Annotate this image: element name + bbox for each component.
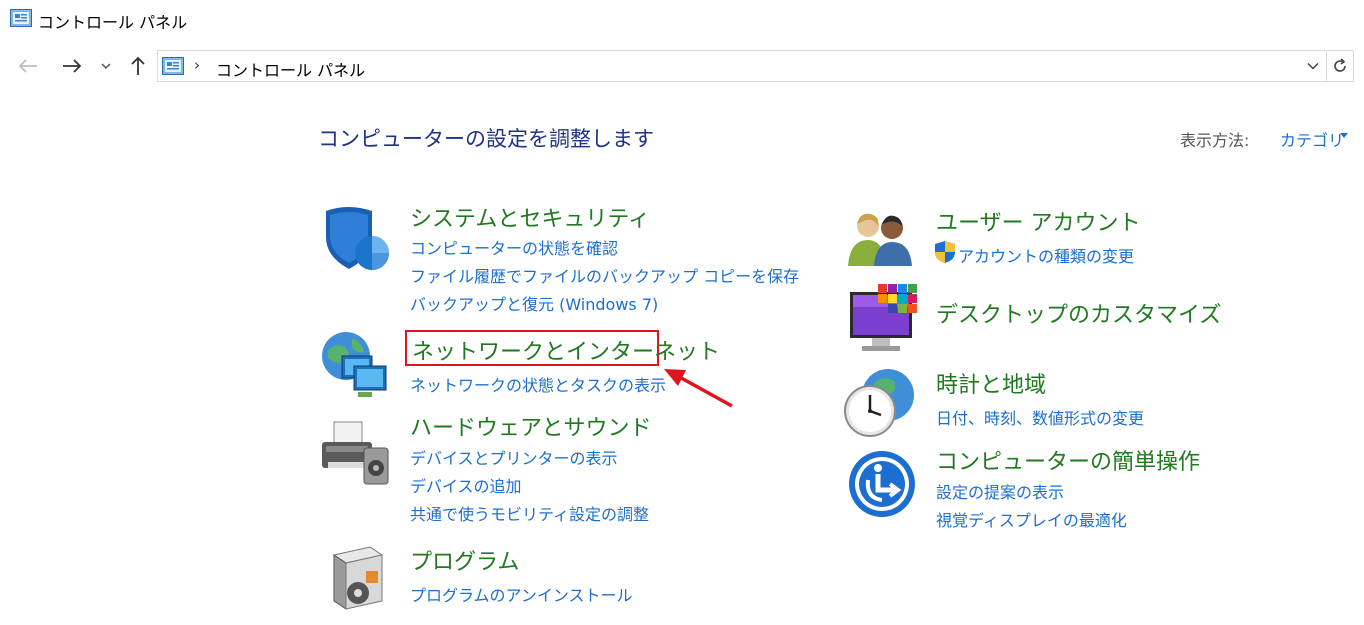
red-pointer-arrow-icon	[664, 369, 733, 408]
view-by-dropdown[interactable]: カテゴリ	[1280, 127, 1344, 151]
recent-locations-button[interactable]	[94, 52, 118, 80]
programs-box-icon	[332, 546, 384, 610]
link-network-status-tasks[interactable]: ネットワークの状態とタスクの表示	[410, 372, 666, 396]
link-backup-restore[interactable]: バックアップと復元 (Windows 7)	[410, 291, 658, 315]
up-button[interactable]	[124, 52, 152, 80]
back-arrow-icon	[18, 59, 37, 73]
address-bar[interactable]: › コントロール パネル	[157, 50, 1354, 82]
link-add-device[interactable]: デバイスの追加	[410, 473, 522, 497]
forward-button[interactable]	[58, 52, 86, 80]
category-programs[interactable]: プログラム	[410, 544, 519, 576]
breadcrumb-chevron-icon[interactable]: ›	[194, 56, 200, 74]
category-desktop-customization[interactable]: デスクトップのカスタマイズ	[936, 297, 1221, 329]
category-system-security[interactable]: システムとセキュリティ	[410, 201, 650, 233]
breadcrumb-control-panel[interactable]: コントロール パネル	[216, 57, 365, 81]
control-panel-app-icon	[10, 9, 32, 27]
link-change-account-type[interactable]: アカウントの種類の変更	[958, 243, 1134, 267]
page-title: コンピューターの設定を調整します	[318, 127, 654, 151]
link-uninstall-program[interactable]: プログラムのアンインストール	[410, 582, 633, 606]
clock-globe-icon	[844, 369, 914, 437]
ease-of-access-icon	[849, 451, 915, 517]
link-mobility-settings[interactable]: 共通で使うモビリティ設定の調整	[410, 501, 649, 525]
refresh-button[interactable]	[1326, 51, 1353, 81]
users-icon	[848, 213, 912, 266]
link-check-computer-status[interactable]: コンピューターの状態を確認	[410, 235, 618, 259]
chevron-down-icon	[1307, 62, 1319, 70]
category-ease-of-access[interactable]: コンピューターの簡単操作	[936, 444, 1200, 476]
forward-arrow-icon	[63, 59, 82, 73]
link-optimize-visual-display[interactable]: 視覚ディスプレイの最適化	[936, 507, 1127, 531]
chevron-down-icon	[101, 63, 111, 70]
link-devices-printers[interactable]: デバイスとプリンターの表示	[410, 445, 618, 469]
back-button[interactable]	[14, 52, 42, 80]
dropdown-arrow-icon[interactable]	[1340, 133, 1348, 138]
network-globe-icon	[322, 332, 387, 397]
control-panel-icon	[162, 57, 184, 75]
view-by-label: 表示方法:	[1180, 131, 1250, 150]
up-arrow-icon	[131, 56, 145, 75]
category-hardware-sound[interactable]: ハードウェアとサウンド	[410, 410, 652, 442]
link-change-date-time-format[interactable]: 日付、時刻、数値形式の変更	[936, 405, 1144, 429]
address-dropdown-button[interactable]	[1301, 51, 1325, 81]
link-file-history-backup[interactable]: ファイル履歴でファイルのバックアップ コピーを保存	[410, 263, 799, 287]
category-user-accounts[interactable]: ユーザー アカウント	[936, 205, 1141, 237]
link-view-recommended-settings[interactable]: 設定の提案の表示	[936, 479, 1064, 503]
printer-speaker-icon	[322, 421, 389, 485]
window-title: コントロール パネル	[38, 13, 188, 32]
security-shield-icon	[326, 207, 389, 270]
desktop-monitor-icon	[850, 284, 917, 351]
refresh-icon	[1334, 58, 1346, 72]
title-bar: コントロール パネル	[0, 0, 1364, 40]
category-clock-region[interactable]: 時計と地域	[936, 367, 1046, 399]
uac-shield-icon	[935, 241, 955, 263]
